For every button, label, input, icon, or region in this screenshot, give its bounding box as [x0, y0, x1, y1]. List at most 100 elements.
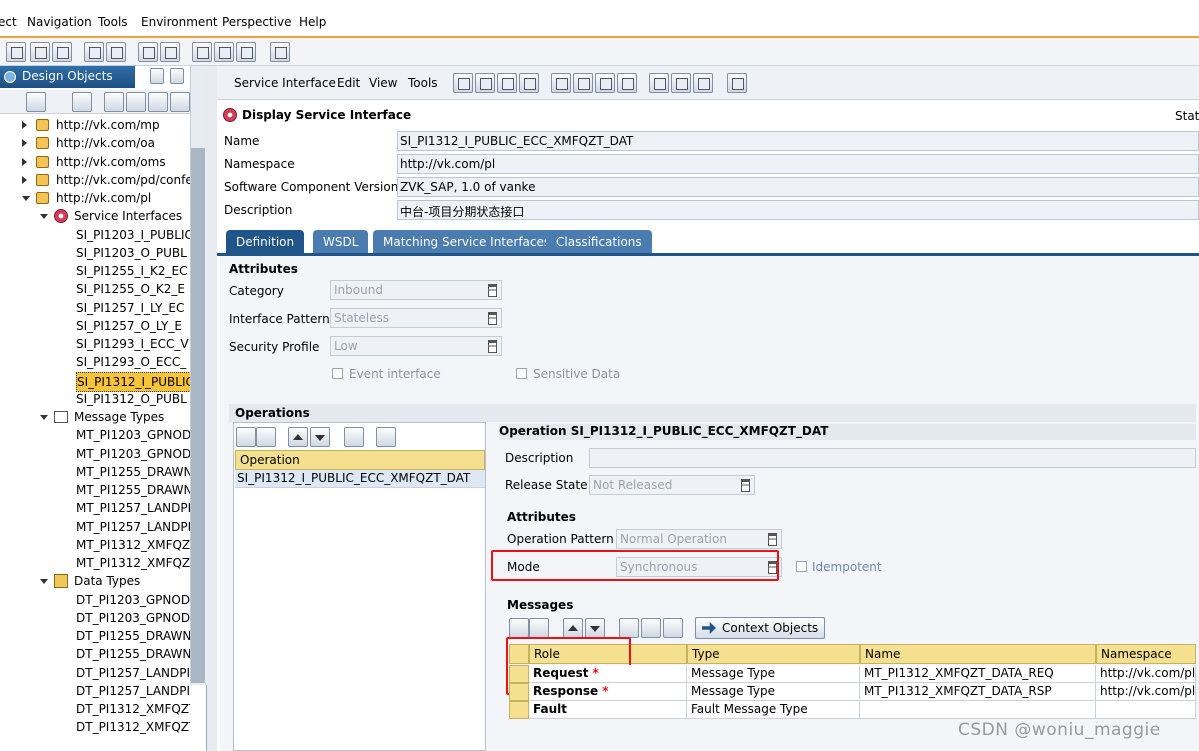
row-selector[interactable] [509, 683, 529, 701]
chevron-right-icon[interactable] [22, 175, 27, 184]
copy-operation-icon[interactable] [344, 427, 364, 447]
tree-node-data-group[interactable]: Data Types [0, 572, 190, 590]
namespace-cell[interactable]: http://vk.com/pl [1096, 683, 1196, 701]
tree-item[interactable]: MT_PI1203_GPNOD [0, 445, 190, 463]
where-used-icon[interactable] [270, 42, 290, 62]
tree-node-package[interactable]: http://vk.com/pl [0, 189, 190, 207]
history-icon[interactable] [236, 42, 256, 62]
row-selector[interactable] [509, 701, 529, 719]
role-cell[interactable]: Request * [529, 665, 687, 683]
role-cell[interactable]: Response * [529, 683, 687, 701]
name-column-header[interactable]: Name [860, 644, 1096, 664]
type-column-header[interactable]: Type [687, 644, 860, 664]
expand-all-icon[interactable] [104, 92, 124, 112]
delete-icon[interactable] [52, 42, 72, 62]
table-icon[interactable] [671, 73, 691, 93]
paste-icon[interactable] [663, 618, 683, 638]
chevron-right-icon[interactable] [22, 157, 27, 166]
hierarchy-icon[interactable] [617, 73, 637, 93]
tree-item[interactable]: DT_PI1203_GPNOD [0, 591, 190, 609]
operation-list-item[interactable]: SI_PI1312_I_PUBLIC_ECC_XMFQZT_DAT [235, 470, 485, 488]
editor-menu-view[interactable]: View [369, 76, 397, 90]
sensitive-data-checkbox[interactable] [516, 368, 527, 379]
menu-project[interactable]: ect [0, 15, 17, 29]
name-cell[interactable]: MT_PI1312_XMFQZT_DATA_RSP [860, 683, 1096, 701]
save-icon[interactable] [475, 73, 495, 93]
copy-object-icon[interactable] [519, 73, 539, 93]
namespace-field[interactable]: http://vk.com/pl [397, 154, 1199, 174]
editor-menu-edit[interactable]: Edit [337, 76, 360, 90]
type-cell[interactable]: Message Type [687, 665, 860, 683]
name-cell[interactable] [860, 701, 1096, 719]
namespace-cell[interactable]: http://vk.com/pl [1096, 665, 1196, 683]
move-up-icon[interactable] [170, 92, 190, 112]
tree-item[interactable]: DT_PI1257_LANDPI [0, 664, 190, 682]
tab-classifications[interactable]: Classifications [546, 230, 652, 254]
tree-node-package[interactable]: http://vk.com/mp [0, 116, 190, 134]
event-interface-checkbox[interactable] [332, 368, 343, 379]
tree-node-package[interactable]: http://vk.com/oms [0, 153, 190, 171]
context-objects-button[interactable]: Context Objects [695, 617, 826, 639]
name-field[interactable]: SI_PI1312_I_PUBLIC_ECC_XMFQZT_DAT [397, 131, 1199, 151]
forward-icon[interactable] [214, 42, 234, 62]
tree-node-package[interactable]: http://vk.com/pd/conferer [0, 171, 190, 189]
tree-item[interactable]: MT_PI1312_XMFQZT [0, 536, 190, 554]
operation-description-field[interactable] [589, 448, 1196, 468]
info-icon[interactable] [551, 73, 571, 93]
filter-icon[interactable] [26, 92, 46, 112]
move-down-icon[interactable] [148, 92, 168, 112]
tree-item[interactable]: DT_PI1203_GPNOD [0, 609, 190, 627]
tree-item[interactable]: MT_PI1312_XMFQZT [0, 554, 190, 572]
menu-help[interactable]: Help [299, 15, 326, 29]
tree-item[interactable]: DT_PI1312_XMFQZT [0, 718, 190, 736]
editor-menu-service-interface[interactable]: Service Interface [234, 76, 336, 90]
chevron-right-icon[interactable] [22, 121, 27, 129]
tree-item[interactable]: DT_PI1255_DRAWN [0, 645, 190, 663]
copy-message-icon[interactable] [641, 618, 661, 638]
tree-item[interactable]: SI_PI1312_O_PUBL [0, 390, 190, 408]
category-select[interactable]: Inbound [330, 280, 502, 300]
tree-item[interactable]: SI_PI1312_I_PUBLIC [0, 371, 190, 392]
tree-item[interactable]: MT_PI1255_DRAWN [0, 481, 190, 499]
back-icon[interactable] [192, 42, 212, 62]
cut-icon[interactable] [619, 618, 639, 638]
tree-node-message-group[interactable]: Message Types [0, 408, 190, 426]
binoculars-icon[interactable] [72, 92, 92, 112]
message-up-icon[interactable] [563, 618, 583, 638]
chevron-down-icon[interactable] [40, 214, 48, 220]
menu-perspective[interactable]: Perspective [222, 15, 292, 29]
tree-scrollbar-thumb[interactable] [191, 148, 205, 683]
tree-item[interactable]: SI_PI1257_I_LY_EC [0, 299, 190, 317]
check-icon[interactable] [573, 73, 593, 93]
tree-node-package[interactable]: http://vk.com/oa [0, 134, 190, 152]
tree-item[interactable]: DT_PI1257_LANDPI [0, 682, 190, 700]
idempotent-checkbox[interactable] [796, 561, 807, 572]
tree-item[interactable]: SI_PI1293_I_ECC_V [0, 335, 190, 353]
type-cell[interactable]: Fault Message Type [687, 701, 860, 719]
description-field[interactable]: 中台-项目分期状态接口 [397, 200, 1199, 220]
editor-menu-tools[interactable]: Tools [408, 76, 438, 90]
operation-column-header[interactable]: Operation [235, 450, 485, 470]
operation-pattern-select[interactable]: Normal Operation [616, 529, 782, 549]
tree-item[interactable]: SI_PI1203_O_PUBL [0, 244, 190, 262]
tab-matching-service-interfaces[interactable]: Matching Service Interfaces [373, 230, 561, 254]
refresh-icon[interactable] [160, 42, 180, 62]
print-icon[interactable] [693, 73, 713, 93]
remove-message-icon[interactable] [529, 618, 549, 638]
tree-item[interactable]: DT_PI1255_DRAWN [0, 627, 190, 645]
settings-icon[interactable] [376, 427, 396, 447]
copy-icon[interactable] [30, 42, 50, 62]
chevron-right-icon[interactable] [22, 139, 27, 148]
tree-item[interactable]: SI_PI1255_I_K2_EC [0, 262, 190, 280]
tree-item[interactable]: SI_PI1293_O_ECC_ [0, 353, 190, 371]
tree-item[interactable]: SI_PI1257_O_LY_E [0, 317, 190, 335]
menu-tools[interactable]: Tools [98, 15, 128, 29]
move-down-icon[interactable] [310, 427, 330, 447]
tree-item[interactable]: MT_PI1257_LANDPI [0, 518, 190, 536]
menu-navigation[interactable]: Navigation [27, 15, 92, 29]
name-cell[interactable]: MT_PI1312_XMFQZT_DATA_REQ [860, 665, 1096, 683]
network-icon[interactable] [727, 73, 747, 93]
chevron-down-icon[interactable] [40, 415, 48, 420]
tree-item[interactable]: SI_PI1203_I_PUBLIC [0, 226, 190, 244]
chevron-down-icon[interactable] [40, 579, 48, 585]
